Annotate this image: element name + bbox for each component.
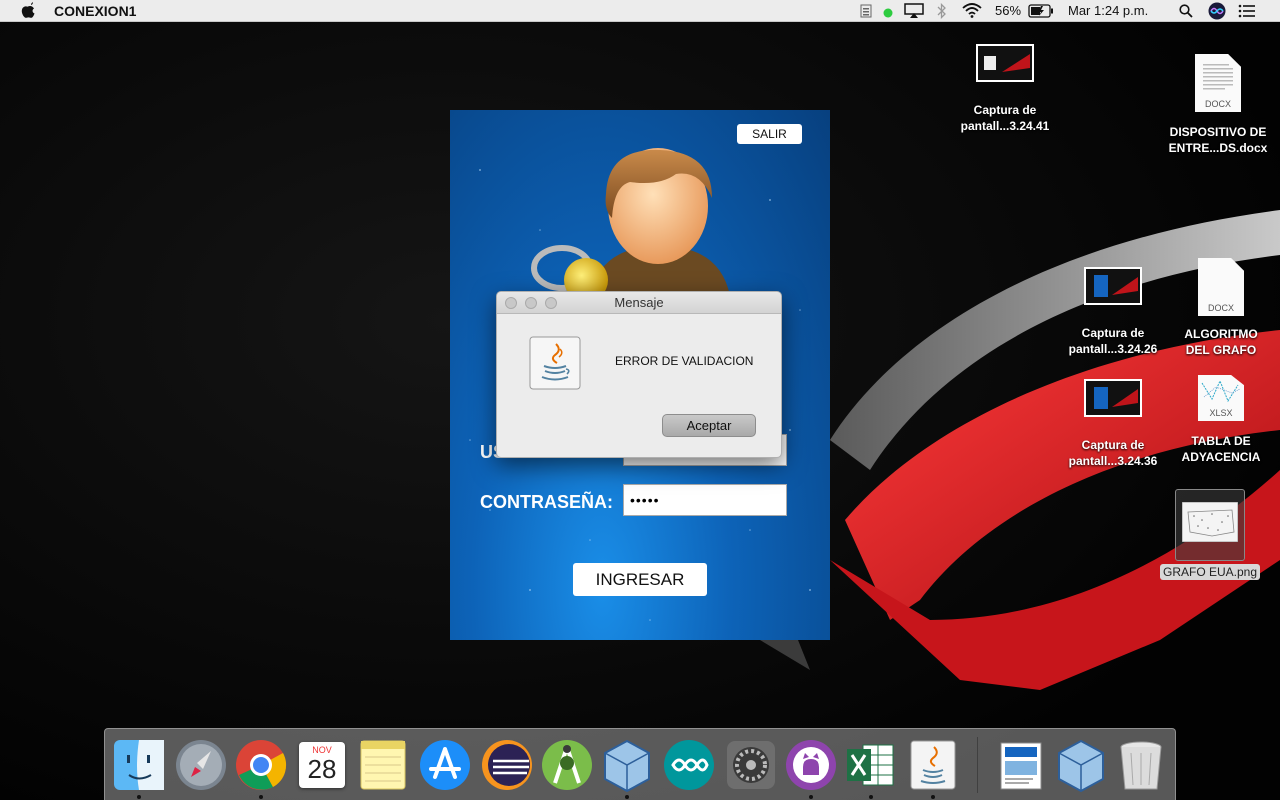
password-field[interactable]: ••••• [623, 484, 787, 516]
desktop-icon-dispositivo-docx[interactable]: DOCX DISPOSITIVO DE ENTRE...DS.docx [1163, 54, 1273, 156]
file-extension: DOCX [1207, 303, 1234, 313]
dialog-message: ERROR DE VALIDACION [615, 354, 754, 368]
app-name[interactable]: CONEXION1 [54, 3, 136, 19]
java-app-icon[interactable] [905, 737, 961, 793]
close-window-icon[interactable] [505, 297, 517, 309]
minimize-window-icon[interactable] [525, 297, 537, 309]
icon-label-line1: TABLA DE [1191, 434, 1251, 448]
docx-file-icon: DOCX [1198, 258, 1244, 316]
icon-label-line2: pantall...3.24.26 [1068, 342, 1158, 356]
icon-label-line2: ADYACENCIA [1181, 450, 1261, 464]
dialog-titlebar: Mensaje [497, 292, 781, 314]
menu-bar: CONEXION1 56% Mar 1:24 p.m. [0, 0, 1280, 22]
siri-icon[interactable] [1208, 2, 1226, 23]
github-desktop-icon[interactable] [783, 737, 839, 793]
virtualbox-icon[interactable] [599, 737, 655, 793]
desktop-icon-algoritmo-docx[interactable]: DOCX ALGORITMO DEL GRAFO [1166, 258, 1276, 358]
eclipse-icon[interactable] [479, 737, 535, 793]
desktop-icon-screenshot-1[interactable]: Captura de pantall...3.24.41 [950, 44, 1060, 134]
battery-icon[interactable] [1028, 4, 1054, 21]
error-dialog: Mensaje ERROR DE VALIDACION Aceptar [496, 291, 782, 458]
docx-file-icon: DOCX [1195, 54, 1241, 112]
running-indicator [931, 795, 935, 799]
running-indicator [259, 795, 263, 799]
apple-icon[interactable] [20, 2, 36, 20]
system-preferences-icon[interactable] [723, 737, 779, 793]
icon-label-line1: ALGORITMO [1184, 327, 1258, 341]
spotlight-icon[interactable] [1179, 4, 1193, 21]
calendar-day: 28 [307, 754, 337, 784]
chrome-icon[interactable] [233, 737, 289, 793]
icon-label-line2: pantall...3.24.41 [960, 119, 1050, 133]
running-indicator [137, 795, 141, 799]
xlsx-file-icon: XLSX [1198, 375, 1244, 421]
exit-button[interactable]: SALIR [737, 124, 802, 144]
running-indicator [809, 795, 813, 799]
selection-highlight [1175, 489, 1245, 561]
excel-icon[interactable] [843, 737, 899, 793]
map-thumbnail-icon [1181, 501, 1239, 543]
document-preview-icon[interactable] [993, 737, 1049, 793]
desktop-icon-screenshot-2[interactable]: Captura de pantall...3.24.26 [1058, 267, 1168, 357]
user-avatar-icon [531, 148, 730, 296]
icon-label-line1: Captura de [1081, 438, 1145, 452]
dialog-title: Mensaje [614, 295, 664, 310]
accept-button[interactable]: Aceptar [662, 414, 756, 437]
bluetooth-icon[interactable] [937, 2, 947, 22]
running-indicator [625, 795, 629, 799]
finder-icon[interactable] [111, 737, 167, 793]
java-icon [529, 336, 581, 390]
status-dot-icon[interactable] [883, 6, 893, 21]
notification-center-icon[interactable] [1238, 4, 1256, 21]
wifi-icon[interactable] [962, 3, 982, 21]
notes-icon[interactable] [355, 737, 411, 793]
dock: NOV 28 [104, 728, 1176, 800]
app-store-icon[interactable] [417, 737, 473, 793]
icon-label-line2: DEL GRAFO [1185, 343, 1257, 357]
desktop-icon-screenshot-3[interactable]: Captura de pantall...3.24.36 [1058, 379, 1168, 469]
icon-label-line2: ENTRE...DS.docx [1168, 141, 1268, 155]
icon-label-line1: DISPOSITIVO DE [1169, 125, 1267, 139]
desktop-icon-tabla-xlsx[interactable]: XLSX TABLA DE ADYACENCIA [1166, 375, 1276, 465]
calendar-icon[interactable]: NOV 28 [295, 737, 351, 793]
icon-label-line1: Captura de [1081, 326, 1145, 340]
battery-percentage[interactable]: 56% [995, 3, 1021, 18]
trash-icon[interactable] [1113, 737, 1169, 793]
screenshot-thumbnail-icon [1084, 379, 1142, 417]
screenshot-thumbnail-icon [976, 44, 1034, 82]
launchpad-icon[interactable] [173, 737, 229, 793]
file-extension: DOCX [1204, 99, 1231, 109]
dock-separator [977, 737, 978, 793]
virtualbox-vm-icon[interactable] [1053, 737, 1109, 793]
zoom-window-icon[interactable] [545, 297, 557, 309]
android-studio-icon[interactable] [539, 737, 595, 793]
battery-status-icon[interactable] [860, 4, 874, 21]
login-button[interactable]: INGRESAR [573, 563, 707, 596]
desktop-icon-grafo-png[interactable]: GRAFO EUA.png [1155, 489, 1265, 581]
running-indicator [869, 795, 873, 799]
file-extension: XLSX [1209, 408, 1233, 418]
icon-label-line1: Captura de [973, 103, 1037, 117]
menu-clock[interactable]: Mar 1:24 p.m. [1068, 3, 1148, 18]
arduino-icon[interactable] [661, 737, 717, 793]
icon-label-line2: pantall...3.24.36 [1068, 454, 1158, 468]
password-label: CONTRASEÑA: [480, 492, 613, 512]
airplay-icon[interactable] [904, 3, 924, 22]
icon-label-line1: GRAFO EUA.png [1159, 564, 1261, 580]
screenshot-thumbnail-icon [1084, 267, 1142, 305]
